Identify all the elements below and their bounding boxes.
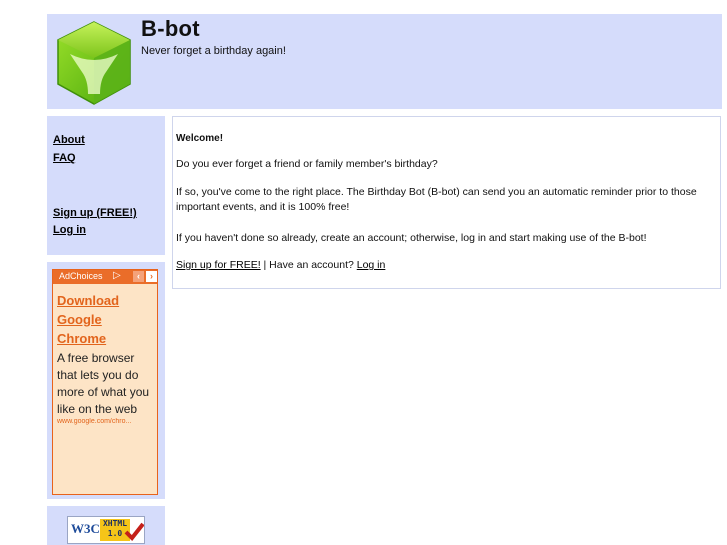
welcome-heading: Welcome! — [176, 133, 224, 144]
w3c-xhtml-badge[interactable]: W3C XHTML 1.0 — [67, 516, 145, 544]
ad-title-link[interactable]: Download Google Chrome — [57, 291, 157, 348]
ad-url[interactable]: www.google.com/chro... — [57, 418, 157, 425]
content-login-link[interactable]: Log in — [357, 259, 386, 271]
adchoices-icon[interactable]: ▷ — [113, 270, 121, 281]
site-tagline: Never forget a birthday again! — [141, 45, 286, 57]
ad-title-line: Download — [57, 293, 120, 308]
nav-signup-link[interactable]: Sign up (FREE!) — [53, 207, 137, 219]
adchoices-label[interactable]: AdChoices — [59, 271, 103, 281]
ad-prev-icon[interactable]: ‹ — [133, 271, 144, 282]
ad-bar: AdChoices ▷ ‹ › — [53, 270, 157, 284]
site-title: B-bot — [141, 16, 200, 41]
ad-next-icon[interactable]: › — [146, 271, 157, 282]
ad-description: A free browser that lets you do more of … — [57, 351, 150, 416]
validation-panel: W3C XHTML 1.0 — [47, 506, 165, 545]
signup-free-link[interactable]: Sign up for FREE! — [176, 259, 261, 271]
ad-title-line: Chrome — [57, 331, 107, 346]
intro-paragraph: Do you ever forget a friend or family me… — [176, 158, 438, 170]
nav-login-link[interactable]: Log in — [53, 224, 86, 236]
ad-panel: AdChoices ▷ ‹ › Download Google Chrome A… — [47, 262, 165, 499]
action-line: Sign up for FREE! | Have an account? Log… — [176, 258, 716, 273]
instruction-paragraph: If you haven't done so already, create a… — [176, 232, 647, 244]
google-ad[interactable]: AdChoices ▷ ‹ › Download Google Chrome A… — [52, 269, 158, 495]
account-prompt: | Have an account? — [260, 259, 357, 271]
cube-logo-icon — [57, 21, 131, 105]
checkmark-icon — [124, 522, 144, 541]
nav-about-link[interactable]: About — [53, 134, 85, 146]
w3c-logo-text: W3C — [71, 521, 100, 536]
description-paragraph: If so, you've come to the right place. T… — [176, 186, 697, 213]
ad-title-line: Google — [57, 312, 102, 327]
sidebar-navigation: About FAQ Sign up (FREE!) Log in — [47, 116, 165, 255]
nav-faq-link[interactable]: FAQ — [53, 152, 76, 164]
main-content: Welcome! Do you ever forget a friend or … — [172, 116, 721, 289]
site-header: B-bot Never forget a birthday again! — [47, 14, 722, 109]
